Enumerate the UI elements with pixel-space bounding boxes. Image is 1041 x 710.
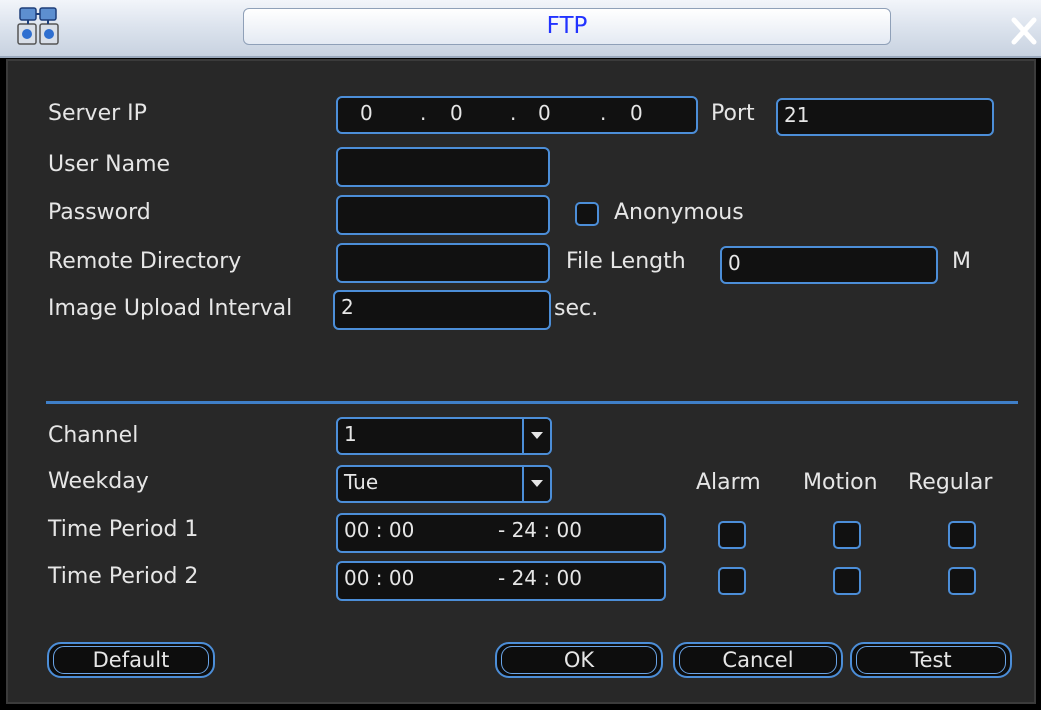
password-label: Password bbox=[48, 200, 151, 225]
ok-button[interactable]: OK bbox=[495, 642, 663, 678]
button-inner-border bbox=[53, 646, 209, 674]
period1-alarm-checkbox[interactable] bbox=[718, 521, 746, 549]
ip-separator: . bbox=[420, 101, 427, 125]
section-divider bbox=[46, 401, 1018, 404]
time-period-1-label: Time Period 1 bbox=[48, 517, 199, 542]
time-period-1-input[interactable]: 00 : 00 - 24 : 00 bbox=[336, 513, 666, 553]
weekday-label: Weekday bbox=[48, 469, 149, 494]
period1-motion-checkbox[interactable] bbox=[833, 521, 861, 549]
channel-select[interactable]: 1 bbox=[336, 417, 552, 455]
remote-directory-label: Remote Directory bbox=[48, 249, 242, 274]
anonymous-checkbox[interactable] bbox=[575, 202, 599, 226]
ip-separator: . bbox=[600, 101, 607, 125]
cancel-button[interactable]: Cancel bbox=[673, 642, 843, 678]
image-upload-interval-input[interactable]: 2 bbox=[333, 290, 551, 330]
channel-value: 1 bbox=[344, 422, 357, 446]
period1-regular-checkbox[interactable] bbox=[948, 521, 976, 549]
time-period-2-end: - 24 : 00 bbox=[498, 566, 582, 590]
button-inner-border bbox=[679, 646, 837, 674]
default-button[interactable]: Default bbox=[47, 642, 215, 678]
time-period-2-input[interactable]: 00 : 00 - 24 : 00 bbox=[336, 561, 666, 601]
close-icon[interactable] bbox=[1010, 16, 1038, 46]
port-input[interactable]: 21 bbox=[776, 98, 994, 136]
ip-octet-3: 0 bbox=[538, 101, 551, 125]
channel-label: Channel bbox=[48, 423, 139, 448]
period2-regular-checkbox[interactable] bbox=[948, 567, 976, 595]
button-inner-border bbox=[856, 646, 1006, 674]
file-length-unit: M bbox=[952, 249, 971, 274]
anonymous-label: Anonymous bbox=[614, 200, 744, 225]
button-inner-border bbox=[501, 646, 657, 674]
alarm-column-header: Alarm bbox=[696, 470, 761, 495]
motion-column-header: Motion bbox=[803, 470, 878, 495]
chevron-down-icon[interactable] bbox=[522, 419, 550, 453]
ip-octet-2: 0 bbox=[450, 101, 463, 125]
server-ip-input[interactable]: 0 . 0 . 0 . 0 bbox=[336, 96, 698, 134]
period2-motion-checkbox[interactable] bbox=[833, 567, 861, 595]
time-period-1-start: 00 : 00 bbox=[344, 518, 415, 542]
chevron-down-icon[interactable] bbox=[522, 467, 550, 501]
interval-unit-label: sec. bbox=[554, 296, 599, 321]
time-period-2-start: 00 : 00 bbox=[344, 566, 415, 590]
ftp-dialog: FTP Server IP 0 . 0 . 0 . 0 Port 21 User… bbox=[0, 0, 1041, 710]
ip-octet-1: 0 bbox=[360, 101, 373, 125]
test-button[interactable]: Test bbox=[850, 642, 1012, 678]
period2-alarm-checkbox[interactable] bbox=[718, 567, 746, 595]
time-period-2-label: Time Period 2 bbox=[48, 564, 199, 589]
title-bar: FTP bbox=[0, 0, 1041, 58]
time-period-1-end: - 24 : 00 bbox=[498, 518, 582, 542]
file-length-label: File Length bbox=[566, 249, 686, 274]
settings-panel: Server IP 0 . 0 . 0 . 0 Port 21 User Nam… bbox=[6, 59, 1036, 704]
image-upload-interval-label: Image Upload Interval bbox=[48, 296, 293, 321]
password-input[interactable] bbox=[336, 195, 550, 235]
network-icon bbox=[14, 6, 62, 48]
user-name-label: User Name bbox=[48, 152, 171, 177]
ip-octet-4: 0 bbox=[630, 101, 643, 125]
remote-directory-input[interactable] bbox=[336, 243, 550, 283]
file-length-input[interactable]: 0 bbox=[720, 246, 938, 284]
regular-column-header: Regular bbox=[908, 470, 993, 495]
ip-separator: . bbox=[510, 101, 517, 125]
server-ip-label: Server IP bbox=[48, 101, 147, 126]
port-label: Port bbox=[711, 101, 755, 126]
user-name-input[interactable] bbox=[336, 147, 550, 187]
weekday-value: Tue bbox=[344, 470, 379, 494]
weekday-select[interactable]: Tue bbox=[336, 465, 552, 503]
dialog-title: FTP bbox=[243, 8, 891, 45]
